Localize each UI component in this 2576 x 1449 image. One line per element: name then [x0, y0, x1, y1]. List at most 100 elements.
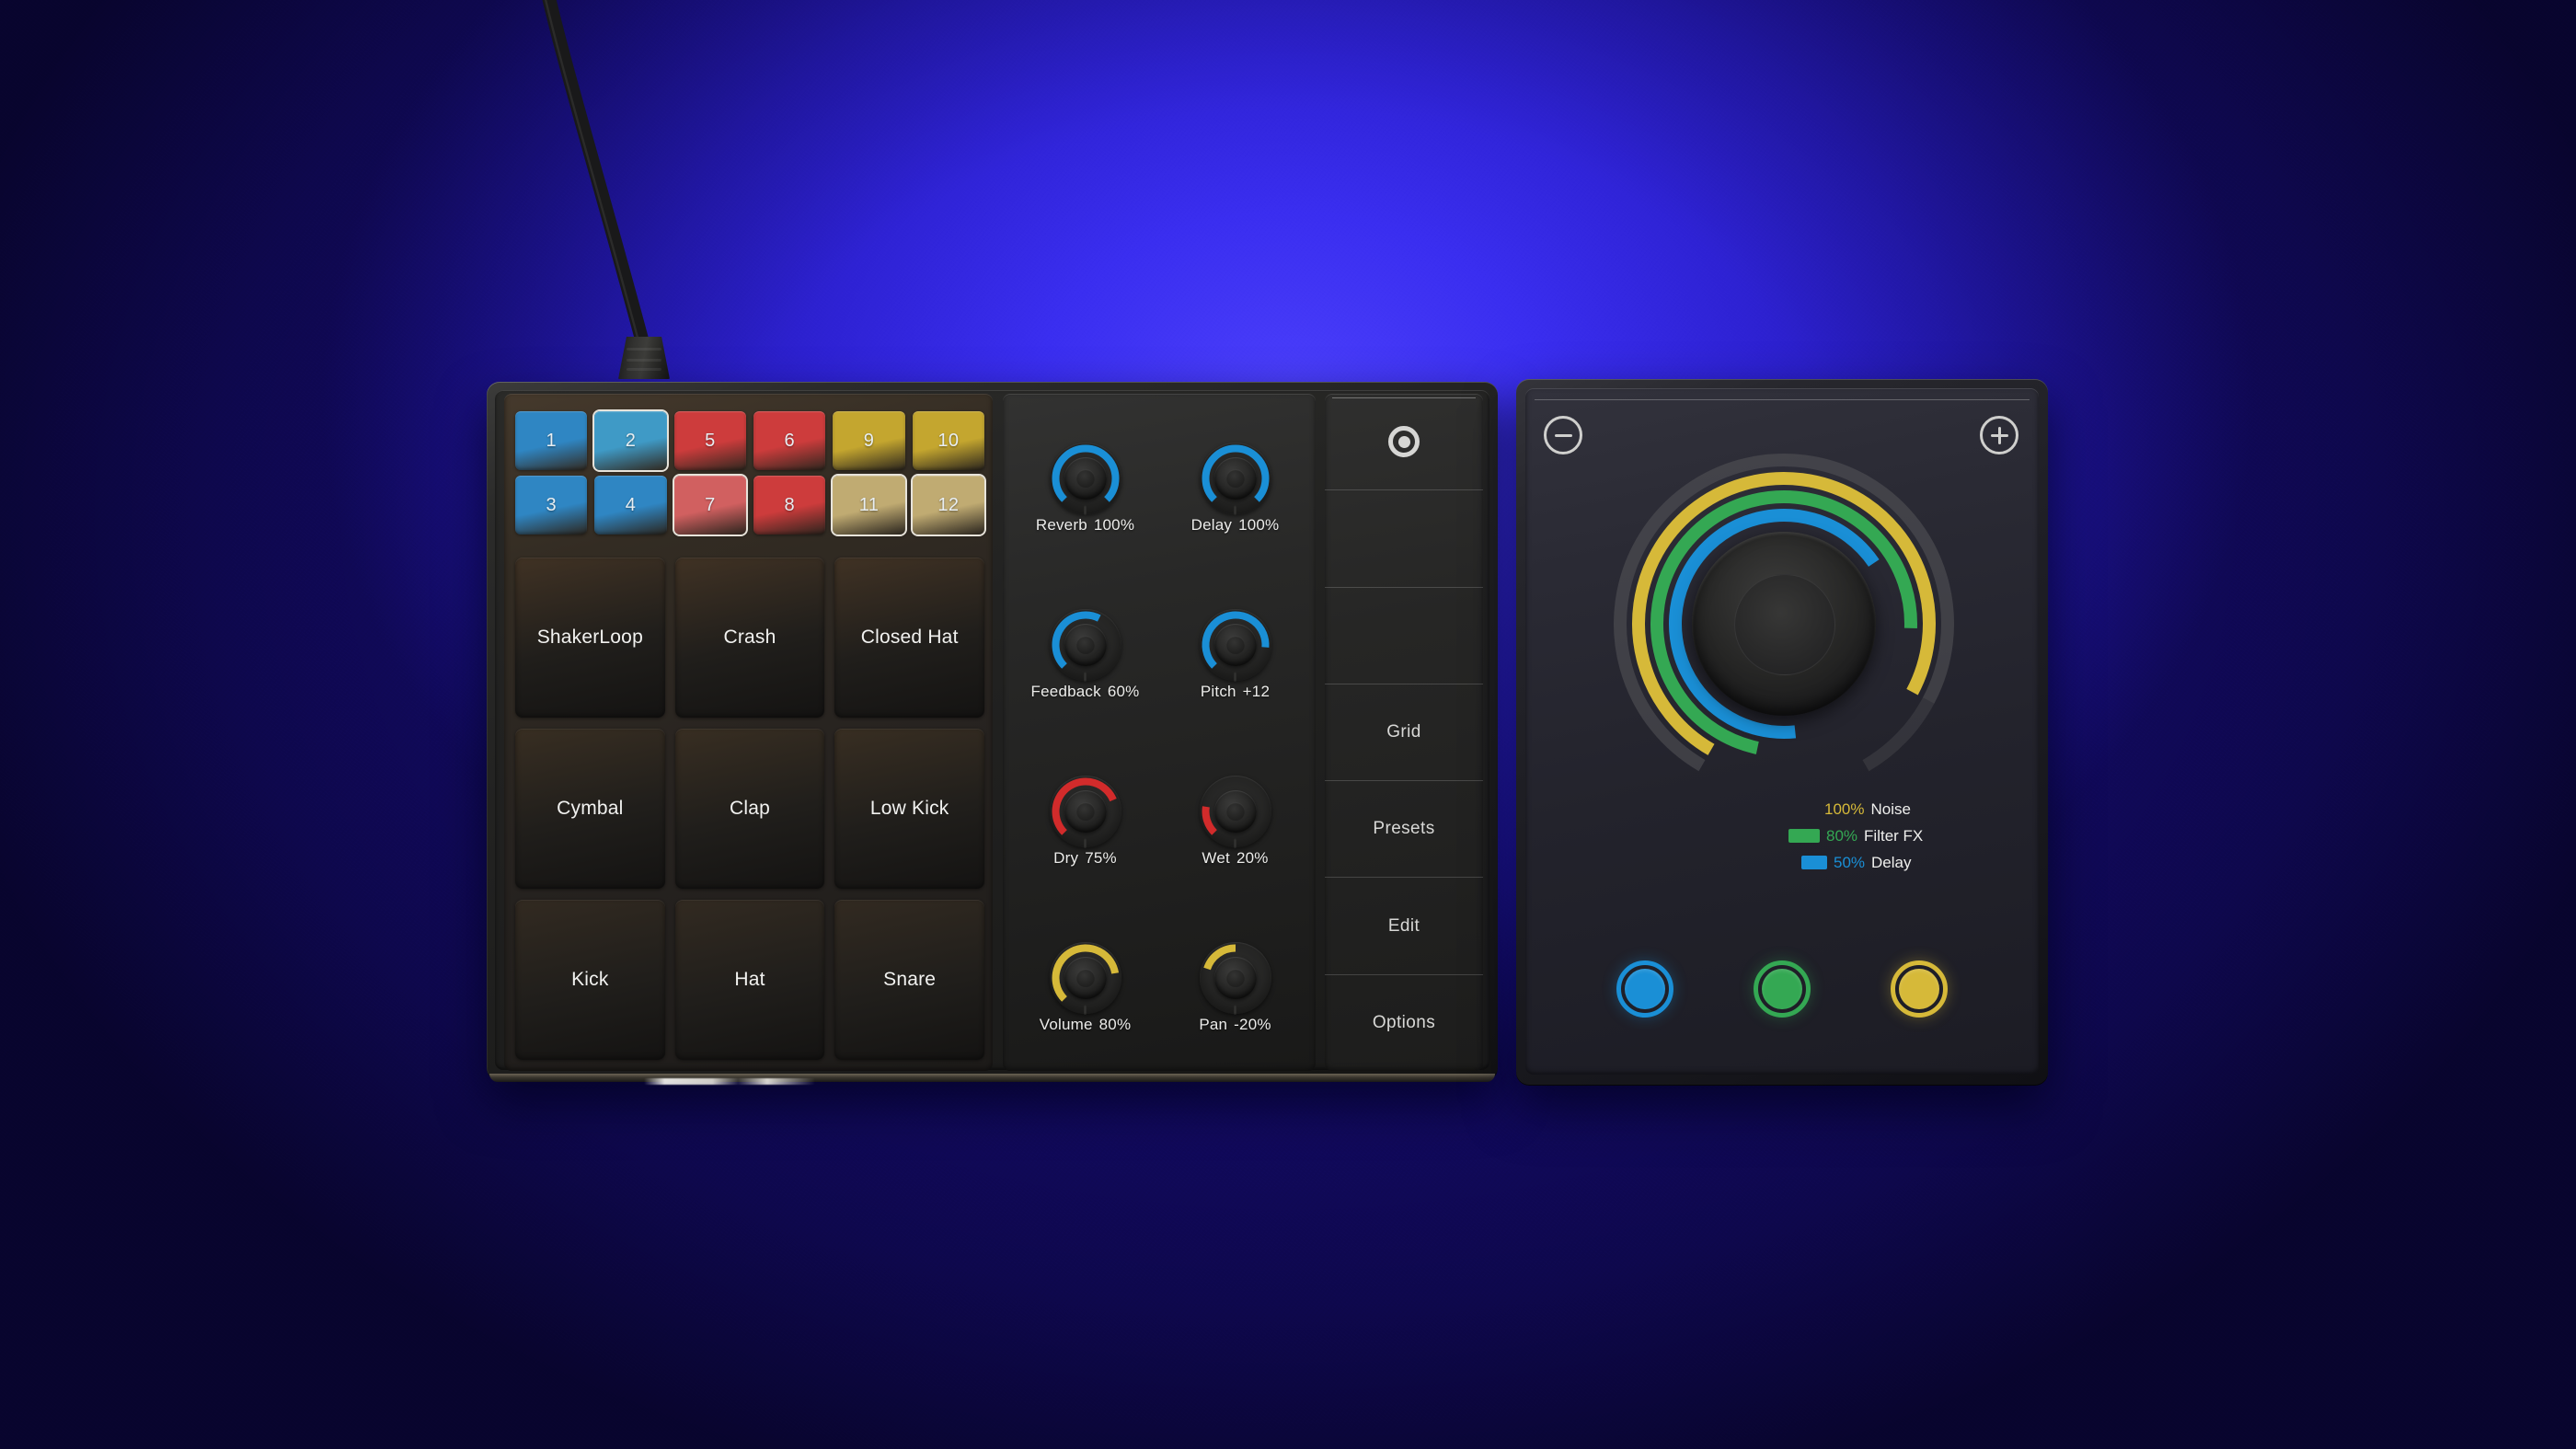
knob-value: 100% [1093, 515, 1135, 534]
trigger-pad-label: 10 [937, 430, 960, 451]
sample-pad-crash[interactable]: Crash [674, 558, 825, 718]
knob-cell-pan: Pan -20% [1160, 904, 1310, 1071]
sample-pad-kick[interactable]: Kick [515, 900, 665, 1060]
trigger-pad-label: 9 [863, 430, 875, 451]
knob-cap [1213, 456, 1257, 500]
menu-item-slot-2[interactable] [1325, 588, 1483, 684]
knob-cell-wet: Wet 20% [1160, 738, 1310, 904]
trigger-pad-label: 5 [705, 430, 716, 451]
knob-grid: Reverb 100% Delay 100% Feedback 60% Pitch +12 Dr… [1010, 405, 1310, 1071]
sample-pad-closed-hat[interactable]: Closed Hat [834, 558, 984, 718]
device-base-strip [489, 1074, 1495, 1082]
trigger-pad-2[interactable]: 2 [594, 411, 667, 470]
trigger-pad-1[interactable]: 1 [515, 411, 588, 470]
trigger-pad-3[interactable]: 3 [515, 476, 588, 535]
knob-label: Reverb 100% [1036, 516, 1134, 535]
trigger-pad-12[interactable]: 12 [912, 476, 984, 535]
menu-item-label: Presets [1373, 819, 1435, 839]
multi-dial-hub[interactable] [1692, 532, 1876, 716]
knob-reverb[interactable] [1049, 442, 1121, 515]
knob-delay[interactable] [1199, 442, 1271, 515]
menu-item-slot-0[interactable] [1325, 394, 1483, 491]
knob-label: Pitch +12 [1201, 683, 1270, 701]
trigger-pad-label: 3 [546, 494, 557, 515]
knob-label: Dry 75% [1053, 849, 1117, 868]
knob-name: Pitch [1200, 682, 1236, 700]
knob-name: Pan [1199, 1015, 1228, 1033]
legend-percent: 50% [1834, 853, 1866, 871]
sample-pad-cymbal[interactable]: Cymbal [515, 729, 665, 889]
sample-pad-hat[interactable]: Hat [674, 900, 825, 1060]
knob-cap [1213, 789, 1257, 833]
sample-pad-label: Cymbal [557, 798, 624, 819]
knob-label: Volume 80% [1040, 1016, 1132, 1034]
knob-indicator [1084, 671, 1087, 682]
trigger-pad-11[interactable]: 11 [833, 476, 905, 535]
trigger-pad-label: 8 [784, 494, 795, 515]
circle-button-fill [1899, 969, 1939, 1009]
knob-cell-feedback: Feedback 60% [1010, 571, 1160, 738]
legend-row-delay: 50% Delay [1776, 849, 2033, 876]
menu-item-presets[interactable]: Presets [1325, 781, 1483, 879]
delay-button[interactable] [1616, 960, 1673, 1018]
noise-button[interactable] [1891, 960, 1948, 1018]
knob-wet[interactable] [1199, 775, 1271, 848]
knob-name: Feedback [1030, 682, 1101, 700]
trigger-pad-4[interactable]: 4 [594, 476, 667, 535]
knob-dry[interactable] [1049, 775, 1121, 848]
knob-value: 75% [1085, 848, 1117, 867]
sample-pad-label: Snare [883, 969, 937, 990]
knob-cell-pitch: Pitch +12 [1160, 571, 1310, 738]
knob-name: Dry [1053, 848, 1079, 867]
trigger-pad-7[interactable]: 7 [673, 476, 746, 535]
legend-swatch [1801, 856, 1827, 869]
trigger-pad-label: 11 [858, 494, 880, 515]
knob-cap [1064, 623, 1107, 666]
menu-item-options[interactable]: Options [1325, 975, 1483, 1071]
sample-pad-shakerloop[interactable]: ShakerLoop [515, 558, 665, 718]
trigger-pad-9[interactable]: 9 [833, 411, 905, 470]
menu-item-edit[interactable]: Edit [1325, 878, 1483, 975]
knob-cap [1064, 956, 1107, 999]
trigger-pad-10[interactable]: 10 [912, 411, 984, 470]
record-dot [1397, 435, 1410, 448]
knob-indicator [1084, 1004, 1087, 1015]
knob-volume[interactable] [1049, 941, 1121, 1015]
sample-pad-snare[interactable]: Snare [834, 900, 984, 1060]
knob-cell-reverb: Reverb 100% [1010, 405, 1160, 571]
sample-pad-label: Kick [571, 969, 609, 990]
legend-row-filter-fx: 80% Filter FX [1776, 822, 2033, 849]
record-icon[interactable] [1388, 426, 1420, 458]
menu-item-grid[interactable]: Grid [1325, 684, 1483, 782]
knob-cap [1213, 623, 1257, 666]
knob-name: Delay [1190, 515, 1233, 534]
knob-cap [1064, 789, 1107, 833]
knob-indicator [1234, 504, 1236, 515]
knob-feedback[interactable] [1049, 608, 1121, 682]
trigger-pad-label: 4 [625, 494, 637, 515]
knob-name: Reverb [1035, 515, 1087, 534]
knob-pan[interactable] [1199, 941, 1271, 1015]
knob-label: Wet 20% [1202, 849, 1268, 868]
sample-pad-label: Clap [729, 798, 770, 819]
knob-pitch[interactable] [1199, 608, 1271, 682]
menu-item-slot-1[interactable] [1325, 490, 1483, 588]
legend-name: Noise [1870, 799, 1911, 818]
knob-name: Volume [1039, 1015, 1093, 1033]
knob-indicator [1234, 671, 1236, 682]
sample-pad-clap[interactable]: Clap [674, 729, 825, 889]
knob-label: Feedback 60% [1031, 683, 1140, 701]
trigger-pad-label: 7 [705, 494, 716, 515]
knob-cell-volume: Volume 80% [1010, 904, 1160, 1071]
knob-value: +12 [1242, 682, 1271, 700]
knob-value: 80% [1098, 1015, 1132, 1033]
screenshot-root: 1 2 5 6 9 10 3 4 7 8 11 12 ShakerLoop Crash Closed Ha… [0, 0, 2576, 1449]
ring-legend: 100% Noise 80% Filter FX 50% Delay [1776, 796, 2033, 876]
filter-button[interactable] [1754, 960, 1811, 1018]
ring-arc [1862, 697, 1935, 772]
knob-value: -20% [1234, 1015, 1271, 1033]
trigger-pad-6[interactable]: 6 [753, 411, 826, 470]
trigger-pad-5[interactable]: 5 [673, 411, 746, 470]
sample-pad-low-kick[interactable]: Low Kick [834, 729, 984, 889]
trigger-pad-8[interactable]: 8 [753, 476, 826, 535]
